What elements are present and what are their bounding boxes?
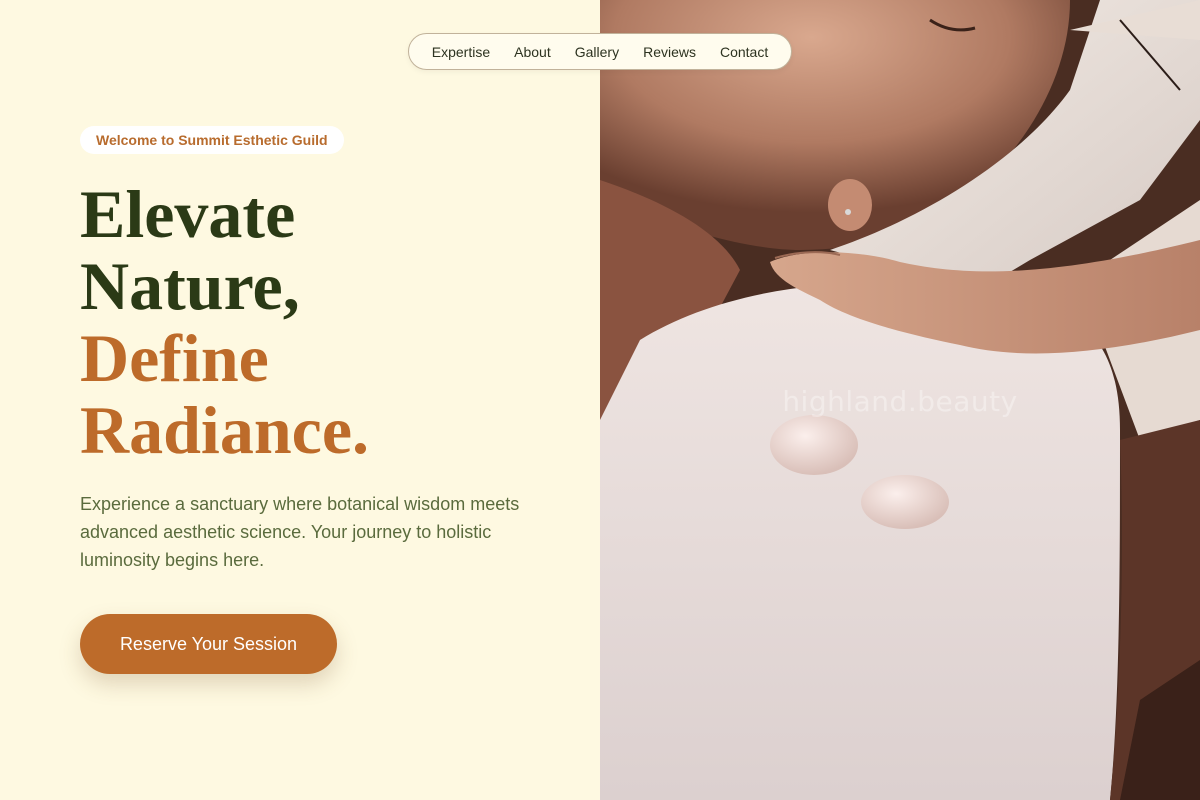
hero-headline: Elevate Nature, Define Radiance. — [80, 178, 369, 466]
headline-line-2: Nature, — [80, 248, 300, 324]
nav-item-expertise[interactable]: Expertise — [432, 44, 490, 60]
nav-item-gallery[interactable]: Gallery — [575, 44, 619, 60]
nav-item-contact[interactable]: Contact — [720, 44, 768, 60]
main-navigation: Expertise About Gallery Reviews Contact — [408, 33, 792, 70]
welcome-badge: Welcome to Summit Esthetic Guild — [80, 126, 344, 154]
headline-line-4: Radiance. — [80, 392, 369, 468]
watermark-text: highland.beauty — [782, 385, 1018, 418]
reserve-session-button[interactable]: Reserve Your Session — [80, 614, 337, 674]
headline-line-1: Elevate — [80, 176, 296, 252]
headline-line-3: Define — [80, 320, 269, 396]
hero-description: Experience a sanctuary where botanical w… — [80, 494, 520, 570]
nav-item-about[interactable]: About — [514, 44, 551, 60]
nav-item-reviews[interactable]: Reviews — [643, 44, 696, 60]
